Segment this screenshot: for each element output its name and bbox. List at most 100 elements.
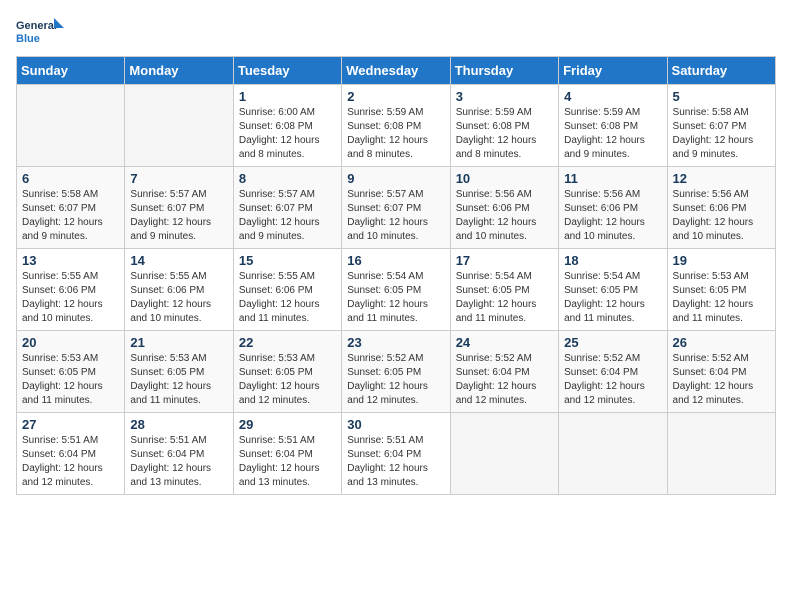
day-number: 5 bbox=[673, 89, 770, 104]
calendar-cell: 26 Sunrise: 5:52 AM Sunset: 6:04 PM Dayli… bbox=[667, 331, 775, 413]
day-number: 29 bbox=[239, 417, 336, 432]
calendar-header-row: SundayMondayTuesdayWednesdayThursdayFrid… bbox=[17, 57, 776, 85]
day-info: Sunrise: 5:57 AM Sunset: 6:07 PM Dayligh… bbox=[130, 188, 227, 244]
day-info: Sunrise: 5:54 AM Sunset: 6:05 PM Dayligh… bbox=[564, 270, 661, 326]
day-number: 10 bbox=[456, 171, 553, 186]
day-info: Sunrise: 5:52 AM Sunset: 6:05 PM Dayligh… bbox=[347, 352, 444, 408]
calendar-cell: 5 Sunrise: 5:58 AM Sunset: 6:07 PM Daylig… bbox=[667, 85, 775, 167]
day-number: 8 bbox=[239, 171, 336, 186]
day-info: Sunrise: 5:52 AM Sunset: 6:04 PM Dayligh… bbox=[564, 352, 661, 408]
calendar-cell: 10 Sunrise: 5:56 AM Sunset: 6:06 PM Dayli… bbox=[450, 167, 558, 249]
day-info: Sunrise: 5:53 AM Sunset: 6:05 PM Dayligh… bbox=[22, 352, 119, 408]
day-info: Sunrise: 5:52 AM Sunset: 6:04 PM Dayligh… bbox=[673, 352, 770, 408]
calendar-cell bbox=[17, 85, 125, 167]
calendar-cell: 21 Sunrise: 5:53 AM Sunset: 6:05 PM Dayli… bbox=[125, 331, 233, 413]
day-number: 21 bbox=[130, 335, 227, 350]
calendar-cell: 3Sunrise: 5:59 AM Sunset: 6:08 PM Daylig… bbox=[450, 85, 558, 167]
weekday-header-wednesday: Wednesday bbox=[342, 57, 450, 85]
day-info: Sunrise: 5:59 AM Sunset: 6:08 PM Dayligh… bbox=[456, 106, 553, 162]
calendar-cell bbox=[559, 413, 667, 495]
day-number: 7 bbox=[130, 171, 227, 186]
day-info: Sunrise: 5:53 AM Sunset: 6:05 PM Dayligh… bbox=[239, 352, 336, 408]
page-header: GeneralBlue bbox=[16, 16, 776, 46]
day-info: Sunrise: 5:54 AM Sunset: 6:05 PM Dayligh… bbox=[456, 270, 553, 326]
day-info: Sunrise: 5:57 AM Sunset: 6:07 PM Dayligh… bbox=[347, 188, 444, 244]
day-info: Sunrise: 5:59 AM Sunset: 6:08 PM Dayligh… bbox=[564, 106, 661, 162]
calendar-cell bbox=[450, 413, 558, 495]
calendar-week-row: 6Sunrise: 5:58 AM Sunset: 6:07 PM Daylig… bbox=[17, 167, 776, 249]
calendar-cell: 7 Sunrise: 5:57 AM Sunset: 6:07 PM Daylig… bbox=[125, 167, 233, 249]
calendar-cell: 11 Sunrise: 5:56 AM Sunset: 6:06 PM Dayli… bbox=[559, 167, 667, 249]
weekday-header-monday: Monday bbox=[125, 57, 233, 85]
calendar-cell: 29 Sunrise: 5:51 AM Sunset: 6:04 PM Dayli… bbox=[233, 413, 341, 495]
day-number: 28 bbox=[130, 417, 227, 432]
calendar-cell: 22 Sunrise: 5:53 AM Sunset: 6:05 PM Dayli… bbox=[233, 331, 341, 413]
calendar-week-row: 20 Sunrise: 5:53 AM Sunset: 6:05 PM Dayli… bbox=[17, 331, 776, 413]
calendar-week-row: 1Sunrise: 6:00 AM Sunset: 6:08 PM Daylig… bbox=[17, 85, 776, 167]
weekday-header-friday: Friday bbox=[559, 57, 667, 85]
day-info: Sunrise: 5:58 AM Sunset: 6:07 PM Dayligh… bbox=[673, 106, 770, 162]
day-info: Sunrise: 6:00 AM Sunset: 6:08 PM Dayligh… bbox=[239, 106, 336, 162]
day-number: 9 bbox=[347, 171, 444, 186]
day-info: Sunrise: 5:56 AM Sunset: 6:06 PM Dayligh… bbox=[564, 188, 661, 244]
calendar-cell: 18Sunrise: 5:54 AM Sunset: 6:05 PM Dayli… bbox=[559, 249, 667, 331]
calendar-cell: 17Sunrise: 5:54 AM Sunset: 6:05 PM Dayli… bbox=[450, 249, 558, 331]
calendar-cell bbox=[667, 413, 775, 495]
day-number: 22 bbox=[239, 335, 336, 350]
day-number: 23 bbox=[347, 335, 444, 350]
day-info: Sunrise: 5:55 AM Sunset: 6:06 PM Dayligh… bbox=[239, 270, 336, 326]
day-number: 30 bbox=[347, 417, 444, 432]
calendar-cell: 9 Sunrise: 5:57 AM Sunset: 6:07 PM Daylig… bbox=[342, 167, 450, 249]
day-number: 14 bbox=[130, 253, 227, 268]
day-number: 13 bbox=[22, 253, 119, 268]
day-info: Sunrise: 5:52 AM Sunset: 6:04 PM Dayligh… bbox=[456, 352, 553, 408]
day-info: Sunrise: 5:55 AM Sunset: 6:06 PM Dayligh… bbox=[130, 270, 227, 326]
day-info: Sunrise: 5:51 AM Sunset: 6:04 PM Dayligh… bbox=[22, 434, 119, 490]
day-number: 27 bbox=[22, 417, 119, 432]
day-info: Sunrise: 5:51 AM Sunset: 6:04 PM Dayligh… bbox=[239, 434, 336, 490]
day-info: Sunrise: 5:59 AM Sunset: 6:08 PM Dayligh… bbox=[347, 106, 444, 162]
day-number: 12 bbox=[673, 171, 770, 186]
day-info: Sunrise: 5:56 AM Sunset: 6:06 PM Dayligh… bbox=[456, 188, 553, 244]
calendar-cell: 14 Sunrise: 5:55 AM Sunset: 6:06 PM Dayli… bbox=[125, 249, 233, 331]
day-info: Sunrise: 5:54 AM Sunset: 6:05 PM Dayligh… bbox=[347, 270, 444, 326]
day-info: Sunrise: 5:51 AM Sunset: 6:04 PM Dayligh… bbox=[347, 434, 444, 490]
calendar-cell: 28 Sunrise: 5:51 AM Sunset: 6:04 PM Dayli… bbox=[125, 413, 233, 495]
calendar-cell: 1Sunrise: 6:00 AM Sunset: 6:08 PM Daylig… bbox=[233, 85, 341, 167]
day-info: Sunrise: 5:55 AM Sunset: 6:06 PM Dayligh… bbox=[22, 270, 119, 326]
calendar-cell: 25 Sunrise: 5:52 AM Sunset: 6:04 PM Dayli… bbox=[559, 331, 667, 413]
calendar-cell: 30 Sunrise: 5:51 AM Sunset: 6:04 PM Dayli… bbox=[342, 413, 450, 495]
weekday-header-thursday: Thursday bbox=[450, 57, 558, 85]
day-number: 20 bbox=[22, 335, 119, 350]
day-info: Sunrise: 5:53 AM Sunset: 6:05 PM Dayligh… bbox=[130, 352, 227, 408]
calendar-cell bbox=[125, 85, 233, 167]
day-number: 19 bbox=[673, 253, 770, 268]
calendar-week-row: 27 Sunrise: 5:51 AM Sunset: 6:04 PM Dayli… bbox=[17, 413, 776, 495]
calendar-table: SundayMondayTuesdayWednesdayThursdayFrid… bbox=[16, 56, 776, 495]
day-number: 26 bbox=[673, 335, 770, 350]
day-number: 2 bbox=[347, 89, 444, 104]
day-number: 24 bbox=[456, 335, 553, 350]
day-info: Sunrise: 5:51 AM Sunset: 6:04 PM Dayligh… bbox=[130, 434, 227, 490]
calendar-cell: 8 Sunrise: 5:57 AM Sunset: 6:07 PM Daylig… bbox=[233, 167, 341, 249]
calendar-cell: 2 Sunrise: 5:59 AM Sunset: 6:08 PM Daylig… bbox=[342, 85, 450, 167]
calendar-cell: 6Sunrise: 5:58 AM Sunset: 6:07 PM Daylig… bbox=[17, 167, 125, 249]
calendar-cell: 4 Sunrise: 5:59 AM Sunset: 6:08 PM Daylig… bbox=[559, 85, 667, 167]
calendar-week-row: 13 Sunrise: 5:55 AM Sunset: 6:06 PM Dayli… bbox=[17, 249, 776, 331]
day-info: Sunrise: 5:57 AM Sunset: 6:07 PM Dayligh… bbox=[239, 188, 336, 244]
weekday-header-tuesday: Tuesday bbox=[233, 57, 341, 85]
calendar-cell: 20 Sunrise: 5:53 AM Sunset: 6:05 PM Dayli… bbox=[17, 331, 125, 413]
calendar-cell: 15Sunrise: 5:55 AM Sunset: 6:06 PM Dayli… bbox=[233, 249, 341, 331]
day-number: 11 bbox=[564, 171, 661, 186]
calendar-cell: 16Sunrise: 5:54 AM Sunset: 6:05 PM Dayli… bbox=[342, 249, 450, 331]
day-number: 4 bbox=[564, 89, 661, 104]
day-number: 25 bbox=[564, 335, 661, 350]
logo: GeneralBlue bbox=[16, 16, 66, 46]
calendar-cell: 19Sunrise: 5:53 AM Sunset: 6:05 PM Dayli… bbox=[667, 249, 775, 331]
weekday-header-sunday: Sunday bbox=[17, 57, 125, 85]
svg-text:General: General bbox=[16, 20, 57, 32]
day-info: Sunrise: 5:56 AM Sunset: 6:06 PM Dayligh… bbox=[673, 188, 770, 244]
calendar-cell: 24 Sunrise: 5:52 AM Sunset: 6:04 PM Dayli… bbox=[450, 331, 558, 413]
calendar-cell: 12 Sunrise: 5:56 AM Sunset: 6:06 PM Dayli… bbox=[667, 167, 775, 249]
calendar-cell: 27 Sunrise: 5:51 AM Sunset: 6:04 PM Dayli… bbox=[17, 413, 125, 495]
